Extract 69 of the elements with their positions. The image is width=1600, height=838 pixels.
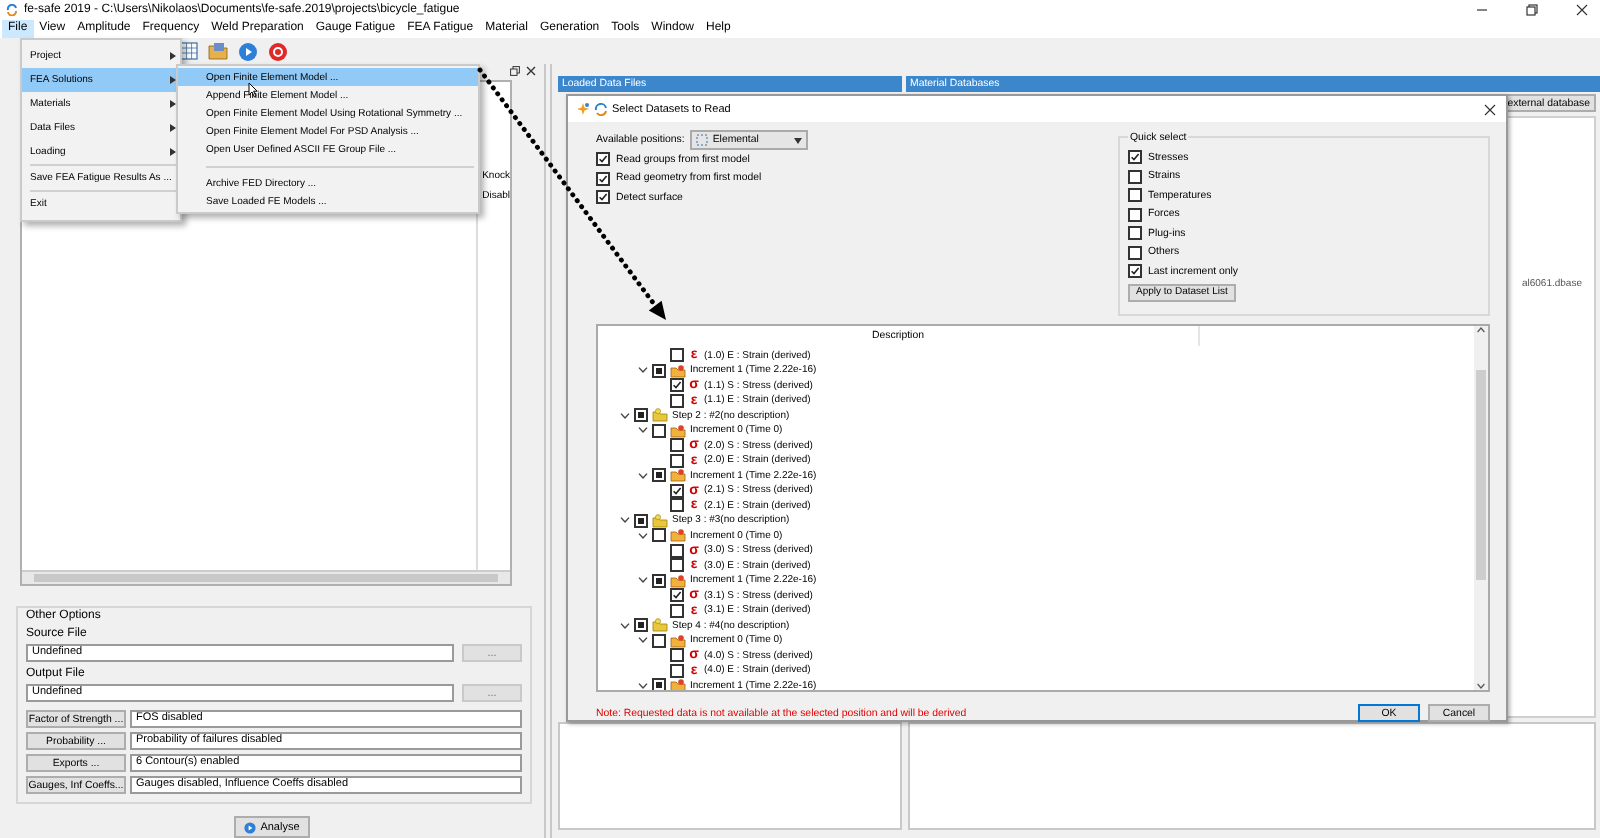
collapse-icon[interactable]: [619, 411, 629, 420]
collapse-icon[interactable]: [637, 366, 647, 375]
checkbox[interactable]: [596, 190, 610, 205]
collapse-icon[interactable]: [637, 681, 647, 690]
collapse-icon[interactable]: [637, 471, 647, 480]
checkbox[interactable]: [652, 528, 666, 543]
checkbox[interactable]: [1128, 188, 1142, 203]
checkbox[interactable]: [596, 171, 610, 186]
checkbox[interactable]: [670, 603, 684, 618]
checkbox[interactable]: [670, 543, 684, 558]
checkbox[interactable]: [634, 618, 648, 633]
sparkle-icon: [576, 102, 590, 116]
checkbox[interactable]: [670, 378, 684, 393]
checkbox[interactable]: [1128, 207, 1142, 222]
scroll-up-icon: [1476, 326, 1486, 334]
submenu-arrow-icon: [170, 100, 176, 108]
folder-icon: [208, 42, 228, 60]
checkbox[interactable]: [1128, 245, 1142, 260]
checkbox[interactable]: [670, 453, 684, 468]
checkbox[interactable]: [670, 588, 684, 603]
checkbox[interactable]: [596, 152, 610, 167]
checkbox[interactable]: [652, 573, 666, 588]
checkbox[interactable]: [652, 678, 666, 690]
submenu-arrow-icon: [170, 52, 176, 60]
checkbox[interactable]: [670, 498, 684, 513]
folder-icon: [670, 363, 686, 378]
checkbox[interactable]: [670, 558, 684, 573]
checkbox[interactable]: [652, 363, 666, 378]
checkbox[interactable]: [1128, 150, 1142, 165]
minimize-icon: [1476, 4, 1488, 16]
checkbox[interactable]: [1128, 226, 1142, 241]
checkbox[interactable]: [670, 648, 684, 663]
collapse-icon[interactable]: [637, 576, 647, 585]
checkbox[interactable]: [634, 513, 648, 528]
checkbox[interactable]: [652, 633, 666, 648]
checkbox[interactable]: [670, 393, 684, 408]
folder-icon: [670, 468, 686, 483]
checkbox[interactable]: [670, 483, 684, 498]
restore-icon: [510, 66, 520, 77]
checkbox[interactable]: [1128, 169, 1142, 184]
stop-icon: [268, 41, 288, 61]
collapse-icon[interactable]: [637, 426, 647, 435]
submenu-arrow-icon: [170, 124, 176, 132]
grid-icon: [696, 134, 709, 146]
submenu-arrow-icon: [170, 76, 176, 84]
caret-icon: [794, 137, 803, 143]
checkbox[interactable]: [652, 468, 666, 483]
collapse-icon[interactable]: [619, 621, 629, 630]
checkbox[interactable]: [1128, 264, 1142, 279]
scroll-down-icon: [1476, 682, 1486, 690]
run-icon: [244, 821, 257, 834]
run-icon: [238, 41, 258, 61]
collapse-icon[interactable]: [619, 516, 629, 525]
folder-icon: [670, 678, 686, 690]
collapse-icon[interactable]: [637, 531, 647, 540]
close-icon: [1484, 103, 1496, 115]
checkbox[interactable]: [670, 348, 684, 363]
close-icon: [1576, 4, 1588, 16]
collapse-icon[interactable]: [637, 636, 647, 645]
scrollbar-thumb[interactable]: [1476, 370, 1486, 580]
submenu-arrow-icon: [170, 148, 176, 156]
app-icon: [6, 4, 18, 16]
checkbox[interactable]: [670, 663, 684, 678]
checkbox[interactable]: [652, 423, 666, 438]
app-icon: [594, 102, 608, 116]
checkbox[interactable]: [634, 408, 648, 423]
close-icon: [526, 66, 536, 77]
checkbox[interactable]: [670, 438, 684, 453]
folder-icon: [670, 573, 686, 588]
